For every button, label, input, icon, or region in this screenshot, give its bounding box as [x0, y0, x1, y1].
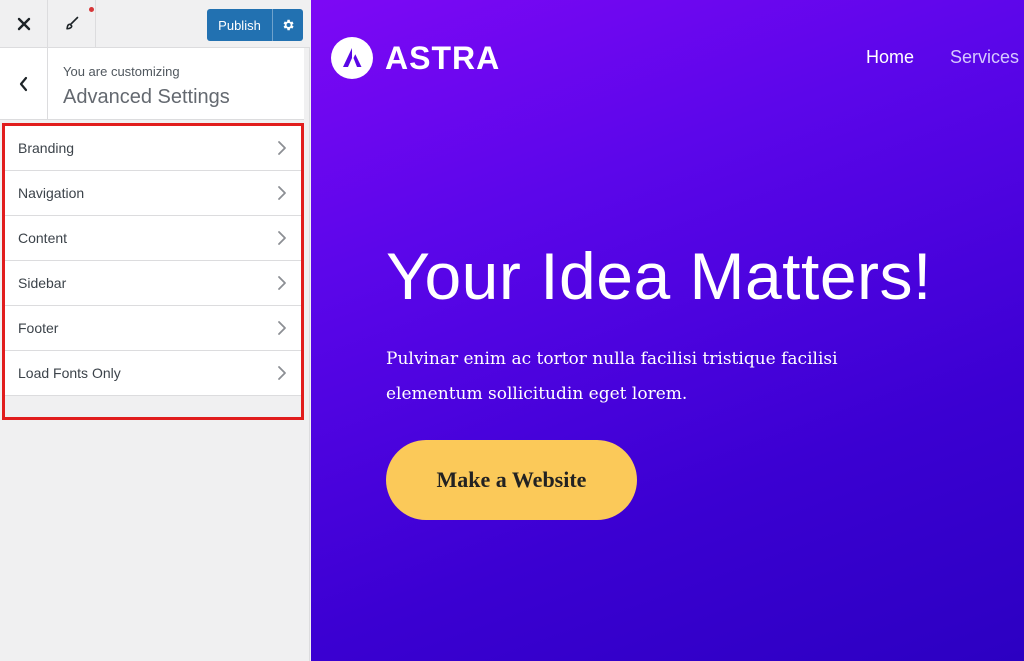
hero-text-line: Pulvinar enim ac tortor nulla facilisi t… — [386, 349, 838, 369]
panel-label: Branding — [18, 140, 75, 156]
panel-item-sidebar[interactable]: Sidebar — [5, 261, 301, 306]
panel-label: Footer — [18, 320, 59, 336]
chevron-right-icon — [277, 275, 287, 291]
customizing-label: You are customizing — [63, 64, 180, 79]
panel-label: Content — [18, 230, 68, 246]
panel-label: Sidebar — [18, 275, 67, 291]
nav-link-home[interactable]: Home — [866, 47, 914, 68]
logo-text: ASTRA — [385, 39, 501, 76]
panel-item-load-fonts-only[interactable]: Load Fonts Only — [5, 351, 301, 396]
nav-link-services[interactable]: Services — [950, 47, 1019, 68]
back-button[interactable] — [0, 48, 48, 120]
panel-list: Branding Navigation Content Sidebar Foot… — [2, 123, 304, 420]
chevron-right-icon — [277, 320, 287, 336]
site-nav: Home Services — [866, 47, 1019, 68]
panel-label: Load Fonts Only — [18, 365, 121, 381]
chevron-left-icon — [19, 76, 27, 92]
publish-button[interactable]: Publish — [207, 9, 272, 41]
customizer-sidebar: Publish You are customizing Advanced Set… — [0, 0, 310, 661]
hero-title: Your Idea Matters! — [386, 239, 932, 313]
publish-settings-button[interactable] — [272, 9, 303, 41]
astra-logo-icon — [331, 37, 373, 79]
gear-icon — [283, 19, 294, 31]
customizer-topbar: Publish — [0, 0, 310, 48]
panel-item-navigation[interactable]: Navigation — [5, 171, 301, 216]
chevron-right-icon — [277, 140, 287, 156]
panel-item-branding[interactable]: Branding — [5, 126, 301, 171]
close-customizer-button[interactable] — [0, 0, 48, 48]
chevron-right-icon — [277, 230, 287, 246]
site-logo[interactable]: ASTRA — [331, 37, 500, 79]
hero-text-line: elementum sollicitudin eget lorem. — [386, 384, 688, 404]
make-website-button[interactable]: Make a Website — [386, 440, 637, 520]
section-title: Advanced Settings — [63, 86, 230, 108]
publish-group: Publish — [207, 9, 303, 41]
panel-item-content[interactable]: Content — [5, 216, 301, 261]
section-header: You are customizing Advanced Settings — [0, 48, 304, 120]
close-icon — [17, 17, 30, 31]
notification-dot — [89, 7, 94, 12]
chevron-right-icon — [277, 185, 287, 201]
site-preview: ASTRA Home Services Your Idea Matters! P… — [311, 0, 1024, 661]
panel-label: Navigation — [18, 185, 85, 201]
paintbrush-icon — [65, 16, 78, 30]
chevron-right-icon — [277, 365, 287, 381]
panel-item-footer[interactable]: Footer — [5, 306, 301, 351]
hero-text: Pulvinar enim ac tortor nulla facilisi t… — [386, 342, 846, 412]
